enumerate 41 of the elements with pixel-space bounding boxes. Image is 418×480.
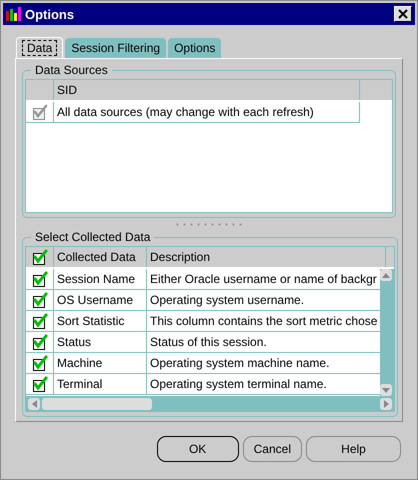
checkbox[interactable] (32, 355, 48, 371)
right-arrow-icon (384, 400, 389, 408)
checkbox[interactable] (32, 334, 48, 350)
table-cell: Status (54, 332, 147, 352)
checkbox[interactable] (32, 313, 48, 329)
splitter-handle[interactable] (174, 222, 244, 226)
group-title: Select Collected Data (34, 230, 152, 244)
table-cell-text: Status of this session. (149, 334, 268, 351)
left-arrow-icon (32, 400, 36, 408)
window-title: Options (25, 6, 76, 22)
table-cell: OS Username (54, 290, 147, 310)
column-header[interactable]: Collected Data (54, 247, 147, 267)
cancel-button[interactable]: Cancel (242, 436, 302, 462)
checkbox[interactable] (32, 376, 48, 392)
down-arrow-icon (382, 388, 390, 392)
close-icon (398, 9, 408, 19)
tab[interactable]: Data (16, 37, 64, 58)
column-header[interactable]: Description (147, 247, 386, 267)
table-cell-text: Operating system machine name. (149, 355, 330, 372)
tab[interactable]: Session Filtering (65, 38, 166, 58)
table-cell: All data sources (may change with each refresh) (54, 102, 360, 122)
help-button[interactable]: Help (306, 436, 401, 462)
horizontal-scrollbar[interactable] (26, 396, 394, 411)
group-title: Data Sources (34, 63, 109, 77)
vertical-scrollbar[interactable] (380, 269, 394, 396)
table-cell: Session Name (54, 269, 147, 289)
table-cell-text: Operating system terminal name. (149, 376, 328, 393)
table-cell: Machine (54, 353, 147, 373)
bar-chart-icon (6, 7, 22, 21)
checkbox[interactable] (32, 249, 48, 265)
table-cell: Sort Statistic (54, 311, 147, 331)
tab[interactable]: Options (168, 38, 222, 58)
table-cell-text: Either Oracle username or name of backgr (149, 271, 378, 288)
ok-button[interactable]: OK (156, 436, 239, 462)
checkbox[interactable] (32, 271, 48, 287)
table-cell-text: Operating system username. (149, 292, 306, 309)
close-button[interactable] (394, 6, 412, 22)
table-cell-text: This column contains the sort metric chose (149, 313, 378, 330)
checkbox[interactable] (32, 292, 48, 308)
table-cell: Terminal (54, 374, 147, 394)
up-arrow-icon (382, 272, 390, 278)
